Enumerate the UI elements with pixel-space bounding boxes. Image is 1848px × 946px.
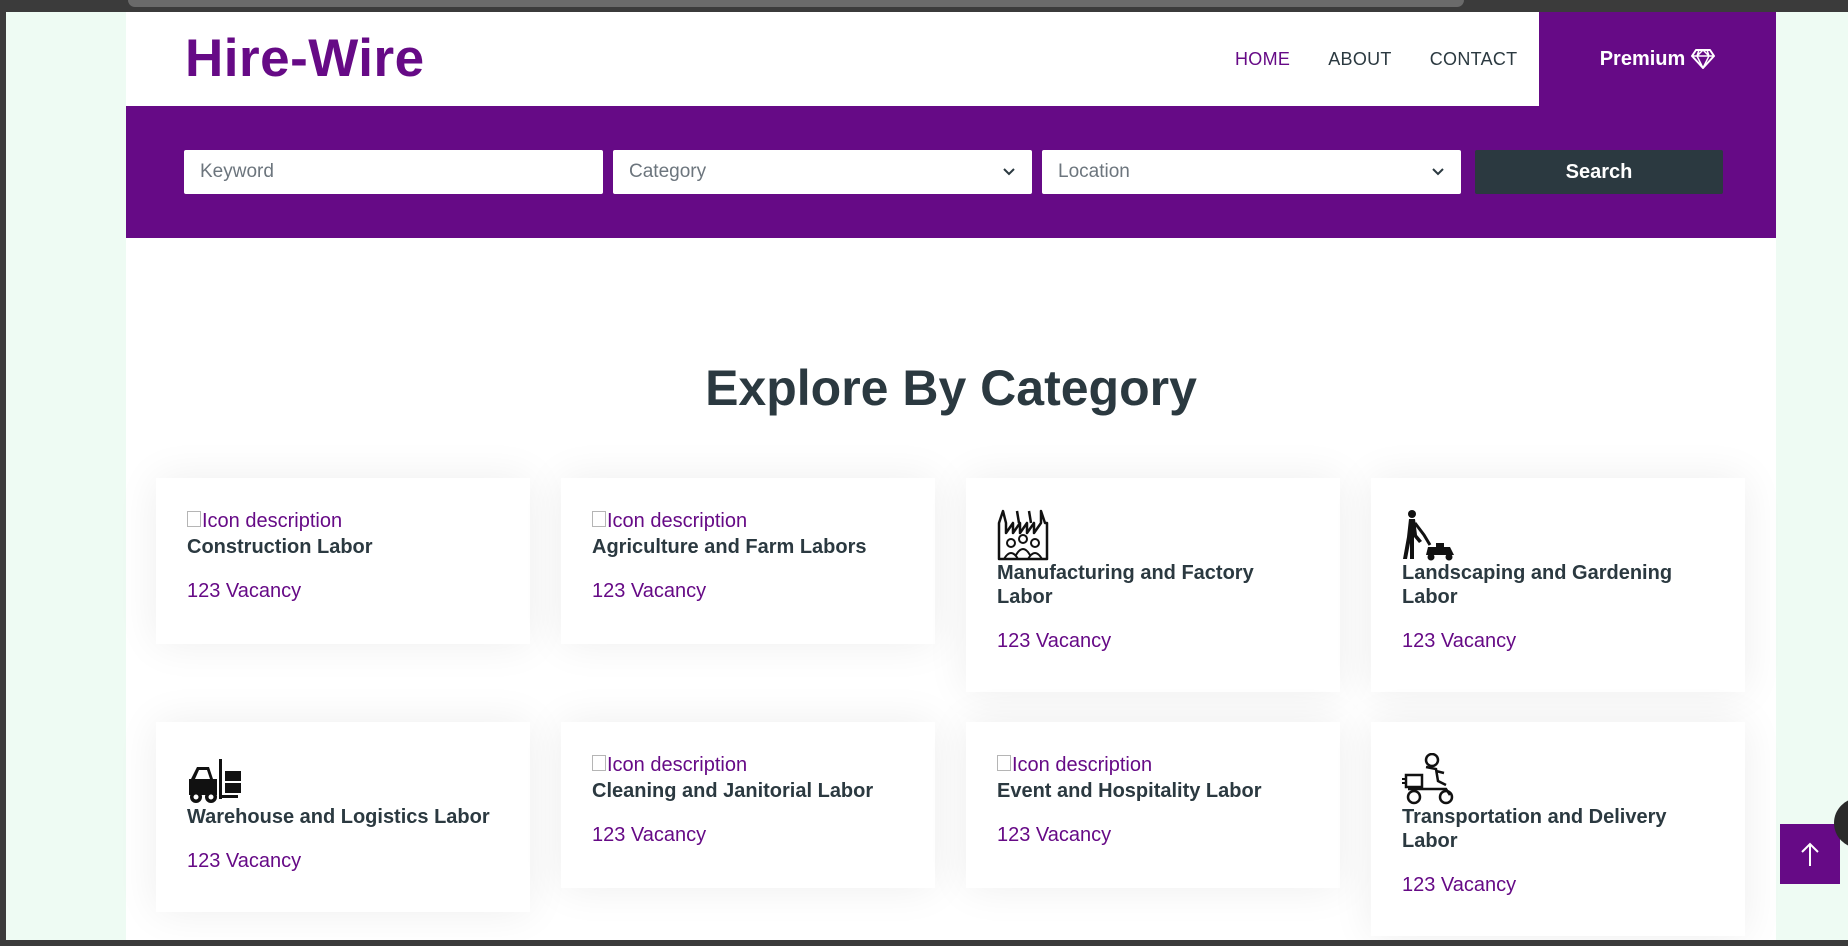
category-title[interactable]: Warehouse and Logistics Labor: [187, 805, 499, 829]
forklift-icon: [187, 753, 499, 805]
category-title[interactable]: Manufacturing and Factory Labor: [997, 561, 1309, 609]
vacancy-count: 123 Vacancy: [997, 630, 1112, 652]
nav-about-link[interactable]: ABOUT: [1328, 49, 1392, 70]
page-viewport: Hire-Wire HOME ABOUT CONTACT Premium Cat…: [6, 12, 1848, 940]
chevron-down-icon: [1432, 168, 1444, 176]
vacancy-count: 123 Vacancy: [1402, 630, 1517, 652]
category-select-label: Category: [629, 161, 707, 182]
search-button[interactable]: Search: [1475, 150, 1723, 194]
nav-home-link[interactable]: HOME: [1235, 49, 1290, 70]
vacancy-count: 123 Vacancy: [592, 580, 707, 602]
main-nav: HOME ABOUT CONTACT: [1235, 12, 1555, 106]
broken-image-placeholder: [592, 755, 606, 771]
icon-alt-text: Icon description: [607, 509, 748, 532]
vacancy-count: 123 Vacancy: [187, 850, 302, 872]
category-card-cleaning[interactable]: Icon description Cleaning and Janitorial…: [561, 722, 935, 888]
arrow-up-icon: [1801, 842, 1819, 866]
premium-button[interactable]: Premium: [1539, 12, 1776, 106]
broken-image-icon: Icon description: [187, 509, 499, 533]
category-card-event[interactable]: Icon description Event and Hospitality L…: [966, 722, 1340, 888]
broken-image-placeholder: [592, 511, 606, 527]
category-title[interactable]: Agriculture and Farm Labors: [592, 535, 904, 559]
page-container: Hire-Wire HOME ABOUT CONTACT Premium Cat…: [126, 12, 1776, 940]
category-card-construction[interactable]: Icon description Construction Labor 123 …: [156, 478, 530, 644]
category-select[interactable]: Category: [613, 150, 1032, 194]
lawn-mower-icon: [1402, 509, 1714, 561]
keyword-input[interactable]: [184, 150, 603, 194]
icon-alt-text: Icon description: [607, 753, 748, 776]
premium-label: Premium: [1599, 47, 1686, 70]
broken-image-icon: Icon description: [997, 753, 1309, 777]
search-bar: Category Location Search: [126, 106, 1776, 238]
back-to-top-button[interactable]: [1780, 824, 1840, 884]
broken-image-placeholder: [997, 755, 1011, 771]
delivery-scooter-icon: [1402, 752, 1714, 805]
nav-contact-link[interactable]: CONTACT: [1430, 49, 1518, 70]
chevron-down-icon: [1003, 168, 1015, 176]
location-select[interactable]: Location: [1042, 150, 1461, 194]
vacancy-count: 123 Vacancy: [997, 824, 1112, 846]
window-bottom-edge: [0, 940, 1848, 946]
factory-workers-icon: [997, 509, 1309, 561]
category-title[interactable]: Transportation and Delivery Labor: [1402, 805, 1714, 853]
vacancy-count: 123 Vacancy: [187, 580, 302, 602]
category-card-transportation[interactable]: Transportation and Delivery Labor 123 Va…: [1371, 722, 1745, 936]
site-header: Hire-Wire HOME ABOUT CONTACT Premium: [126, 12, 1776, 106]
category-card-landscaping[interactable]: Landscaping and Gardening Labor 123 Vaca…: [1371, 478, 1745, 692]
category-title[interactable]: Construction Labor: [187, 535, 499, 559]
category-title[interactable]: Cleaning and Janitorial Labor: [592, 779, 904, 803]
broken-image-icon: Icon description: [592, 509, 904, 533]
category-card-warehouse[interactable]: Warehouse and Logistics Labor 123 Vacanc…: [156, 722, 530, 912]
vacancy-count: 123 Vacancy: [592, 824, 707, 846]
window-top-tab: [128, 0, 1464, 7]
section-title: Explore By Category: [705, 360, 1197, 416]
category-card-agriculture[interactable]: Icon description Agriculture and Farm La…: [561, 478, 935, 644]
icon-alt-text: Icon description: [1012, 753, 1153, 776]
broken-image-placeholder: [187, 511, 201, 527]
icon-alt-text: Icon description: [202, 509, 343, 532]
category-title[interactable]: Landscaping and Gardening Labor: [1402, 561, 1714, 609]
vacancy-count: 123 Vacancy: [1402, 874, 1517, 896]
diamond-icon: [1691, 49, 1716, 69]
broken-image-icon: Icon description: [592, 753, 904, 777]
brand-logo[interactable]: Hire-Wire: [185, 26, 425, 92]
category-title[interactable]: Event and Hospitality Labor: [997, 779, 1309, 803]
category-card-manufacturing[interactable]: Manufacturing and Factory Labor 123 Vaca…: [966, 478, 1340, 692]
location-select-label: Location: [1058, 161, 1130, 182]
